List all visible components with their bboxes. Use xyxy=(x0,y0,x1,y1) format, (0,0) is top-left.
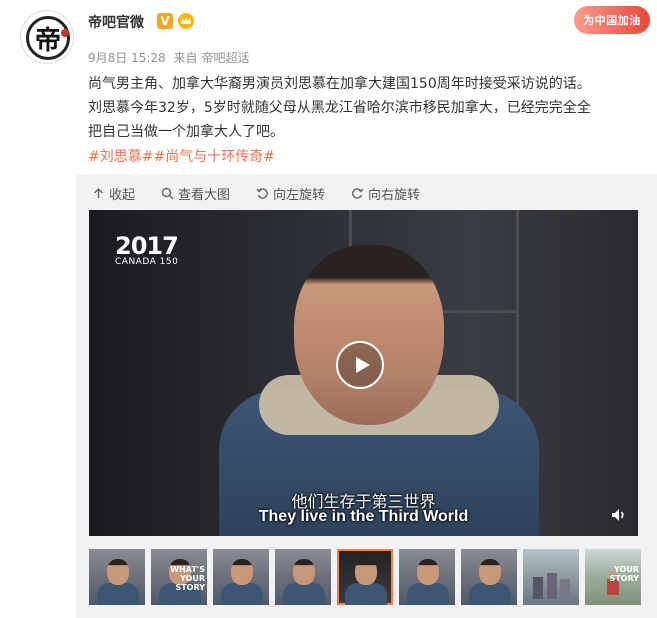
canada-150-logo: 2017 xyxy=(115,232,179,260)
rotate-right-icon xyxy=(352,188,364,199)
thumbnail[interactable] xyxy=(461,549,517,605)
thumbnail[interactable]: WHAT'S YOUR STORY xyxy=(151,549,207,605)
rotate-left-label: 向左旋转 xyxy=(273,188,326,203)
view-large-label: 查看大图 xyxy=(178,188,231,203)
rotate-left-icon xyxy=(256,188,268,199)
source-link[interactable]: 帝吧超话 xyxy=(202,51,250,65)
thumbnail[interactable]: YOUR STORY xyxy=(585,549,641,605)
crown-icon xyxy=(178,13,194,29)
collapse-arrow-icon xyxy=(94,188,103,198)
content-line: 把自己当做一个加拿大人了吧。 xyxy=(88,124,284,140)
thumbnail[interactable] xyxy=(89,549,145,605)
hashtags: #刘思慕##尚气与十环传奇# xyxy=(88,146,275,166)
view-large-button[interactable]: 查看大图 xyxy=(161,184,230,203)
thumbnail[interactable] xyxy=(523,549,579,605)
thumbnail-caption: YOUR STORY xyxy=(609,565,639,583)
magnifier-icon xyxy=(161,187,174,200)
subtitle-english: They live in the Third World xyxy=(258,508,469,525)
thumbnail-strip: WHAT'S YOUR STORY YOUR STORY xyxy=(89,549,641,605)
thumbnail[interactable] xyxy=(275,549,331,605)
hashtag-link[interactable]: #刘思慕# xyxy=(88,149,153,165)
rotate-right-button[interactable]: 向右旋转 xyxy=(351,184,420,203)
avatar-seal-icon xyxy=(61,29,69,37)
play-button[interactable] xyxy=(336,341,384,389)
rotate-left-button[interactable]: 向左旋转 xyxy=(256,184,325,203)
play-icon xyxy=(356,357,370,373)
canada-150-logo-sub: CANADA 150 xyxy=(115,257,179,267)
avatar-char: 帝 xyxy=(26,16,70,60)
thumbnail-caption: WHAT'S YOUR STORY xyxy=(170,565,205,592)
volume-icon[interactable] xyxy=(610,506,628,524)
collapse-label: 收起 xyxy=(109,188,136,203)
username[interactable]: 帝吧官微 xyxy=(88,12,144,32)
thumbnail[interactable] xyxy=(213,549,269,605)
post-content: 尚气男主角、加拿大华裔男演员刘思慕在加拿大建国150周年时接受采访说的话。 刘思… xyxy=(88,72,648,144)
promo-badge[interactable]: 为中国加油 xyxy=(574,6,650,34)
avatar[interactable]: 帝 xyxy=(20,10,74,64)
post-meta: 9月8日 15:28 来自 帝吧超话 xyxy=(88,49,254,66)
post-timestamp[interactable]: 9月8日 15:28 xyxy=(88,51,166,65)
rotate-right-label: 向右旋转 xyxy=(368,188,421,203)
thumbnail[interactable] xyxy=(399,549,455,605)
media-toolbar: 收起 查看大图 向左旋转 向右旋转 xyxy=(92,184,420,203)
content-line: 尚气男主角、加拿大华裔男演员刘思慕在加拿大建国150周年时接受采访说的话。 xyxy=(88,76,591,92)
source-prefix: 来自 xyxy=(173,51,198,65)
video-player[interactable]: 2017 CANADA 150 他们生存于第三世界 They live in t… xyxy=(89,210,638,536)
collapse-button[interactable]: 收起 xyxy=(92,184,135,203)
person-head xyxy=(294,245,444,425)
hashtag-link[interactable]: #尚气与十环传奇# xyxy=(153,149,274,165)
verified-icon: V xyxy=(157,13,173,29)
content-line: 刘思慕今年32岁，5岁时就随父母从黑龙江省哈尔滨市移民加拿大，已经完完全全 xyxy=(88,100,591,116)
thumbnail-active[interactable] xyxy=(337,549,393,605)
scene-figures xyxy=(533,573,570,599)
